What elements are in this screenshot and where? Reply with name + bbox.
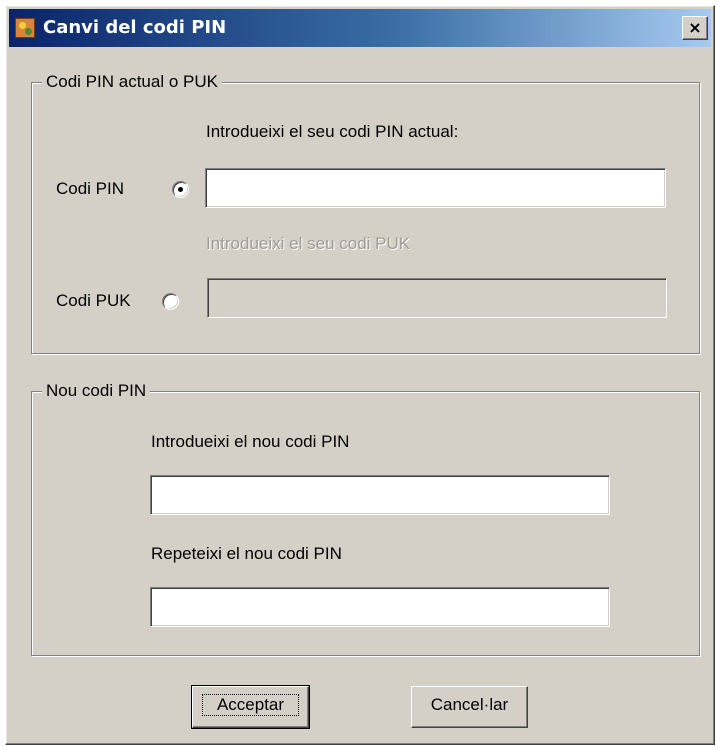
window-title: Canvi del codi PIN	[43, 17, 227, 38]
title-bar[interactable]: Canvi del codi PIN ×	[9, 9, 711, 47]
puk-prompt-label: Introdueixi el seu codi PUK	[206, 234, 411, 253]
pin-label: Codi PIN	[56, 179, 125, 198]
repeat-pin-input[interactable]	[150, 587, 610, 627]
pin-radio[interactable]	[172, 181, 189, 198]
new-pin-group-legend: Nou codi PIN	[42, 381, 151, 401]
new-pin-prompt-label: Introdueixi el nou codi PIN	[151, 432, 350, 451]
repeat-pin-prompt-label: Repeteixi el nou codi PIN	[151, 544, 342, 563]
close-button[interactable]: ×	[682, 16, 708, 40]
cancel-button-label: Cancel·lar	[430, 695, 509, 714]
pin-prompt-label: Introdueixi el seu codi PIN actual:	[206, 122, 459, 141]
close-icon: ×	[688, 18, 702, 37]
accept-button[interactable]: Acceptar	[191, 685, 310, 729]
current-pin-input[interactable]	[205, 168, 666, 208]
puk-input	[207, 278, 667, 318]
new-pin-input[interactable]	[150, 475, 610, 515]
accept-button-label: Acceptar	[201, 694, 300, 716]
puk-radio[interactable]	[162, 293, 179, 310]
pin-radio-selected-dot	[178, 187, 183, 192]
pin-change-dialog: Canvi del codi PIN × Codi PIN actual o P…	[5, 5, 715, 745]
cancel-button[interactable]: Cancel·lar	[411, 686, 528, 728]
puk-label: Codi PUK	[56, 291, 131, 310]
app-icon	[15, 18, 35, 38]
current-pin-group-legend: Codi PIN actual o PUK	[42, 72, 222, 92]
